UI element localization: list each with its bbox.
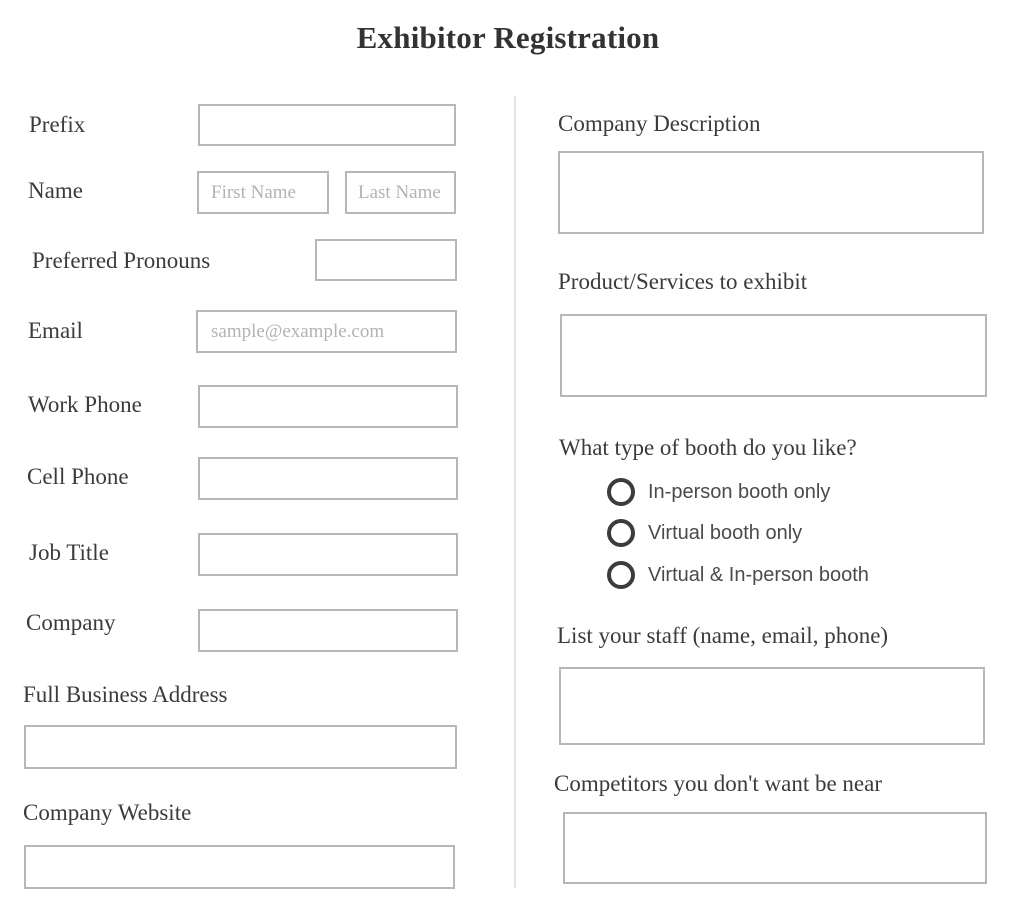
- label-booth-type-question: What type of booth do you like?: [559, 435, 857, 460]
- label-company-website: Company Website: [23, 800, 192, 825]
- radio-option-virtual-booth-only[interactable]: Virtual booth only: [607, 518, 802, 548]
- prefix-input[interactable]: [198, 104, 456, 146]
- preferred-pronouns-input[interactable]: [315, 239, 457, 281]
- radio-option-in-person-booth-only[interactable]: In-person booth only: [607, 477, 830, 507]
- product-services-textarea[interactable]: [560, 314, 987, 397]
- job-title-input[interactable]: [198, 533, 458, 576]
- list-your-staff-textarea[interactable]: [559, 667, 985, 745]
- cell-phone-input[interactable]: [198, 457, 458, 500]
- radio-circle-icon[interactable]: [607, 561, 635, 589]
- label-prefix: Prefix: [29, 112, 86, 137]
- label-company: Company: [26, 610, 116, 635]
- label-cell-phone: Cell Phone: [27, 464, 129, 489]
- email-input[interactable]: [196, 310, 457, 353]
- full-business-address-input[interactable]: [24, 725, 457, 769]
- label-full-business-address: Full Business Address: [23, 682, 228, 707]
- company-description-textarea[interactable]: [558, 151, 984, 234]
- company-input[interactable]: [198, 609, 458, 652]
- company-website-input[interactable]: [24, 845, 455, 889]
- radio-option-virtual-and-in-person-booth[interactable]: Virtual & In-person booth: [607, 560, 869, 590]
- label-work-phone: Work Phone: [28, 392, 142, 417]
- column-divider: [514, 96, 516, 888]
- page-title: Exhibitor Registration: [356, 20, 660, 55]
- exhibitor-registration-form: Exhibitor Registration Prefix Name First…: [0, 0, 1016, 920]
- label-company-description: Company Description: [558, 111, 761, 136]
- radio-option-label: In-person booth only: [648, 481, 831, 503]
- radio-circle-icon[interactable]: [607, 478, 635, 506]
- label-email: Email: [28, 318, 83, 343]
- label-competitors: Competitors you don't want be near: [554, 771, 882, 796]
- label-name: Name: [28, 178, 83, 203]
- label-product-services: Product/Services to exhibit: [558, 269, 808, 294]
- last-name-input[interactable]: [345, 171, 456, 214]
- radio-option-label: Virtual booth only: [648, 522, 803, 544]
- label-list-your-staff: List your staff (name, email, phone): [557, 623, 889, 648]
- competitors-textarea[interactable]: [563, 812, 987, 884]
- first-name-input[interactable]: [197, 171, 329, 214]
- label-job-title: Job Title: [29, 540, 109, 565]
- label-preferred-pronouns: Preferred Pronouns: [32, 248, 211, 273]
- radio-option-label: Virtual & In-person booth: [648, 564, 869, 586]
- work-phone-input[interactable]: [198, 385, 458, 428]
- radio-circle-icon[interactable]: [607, 519, 635, 547]
